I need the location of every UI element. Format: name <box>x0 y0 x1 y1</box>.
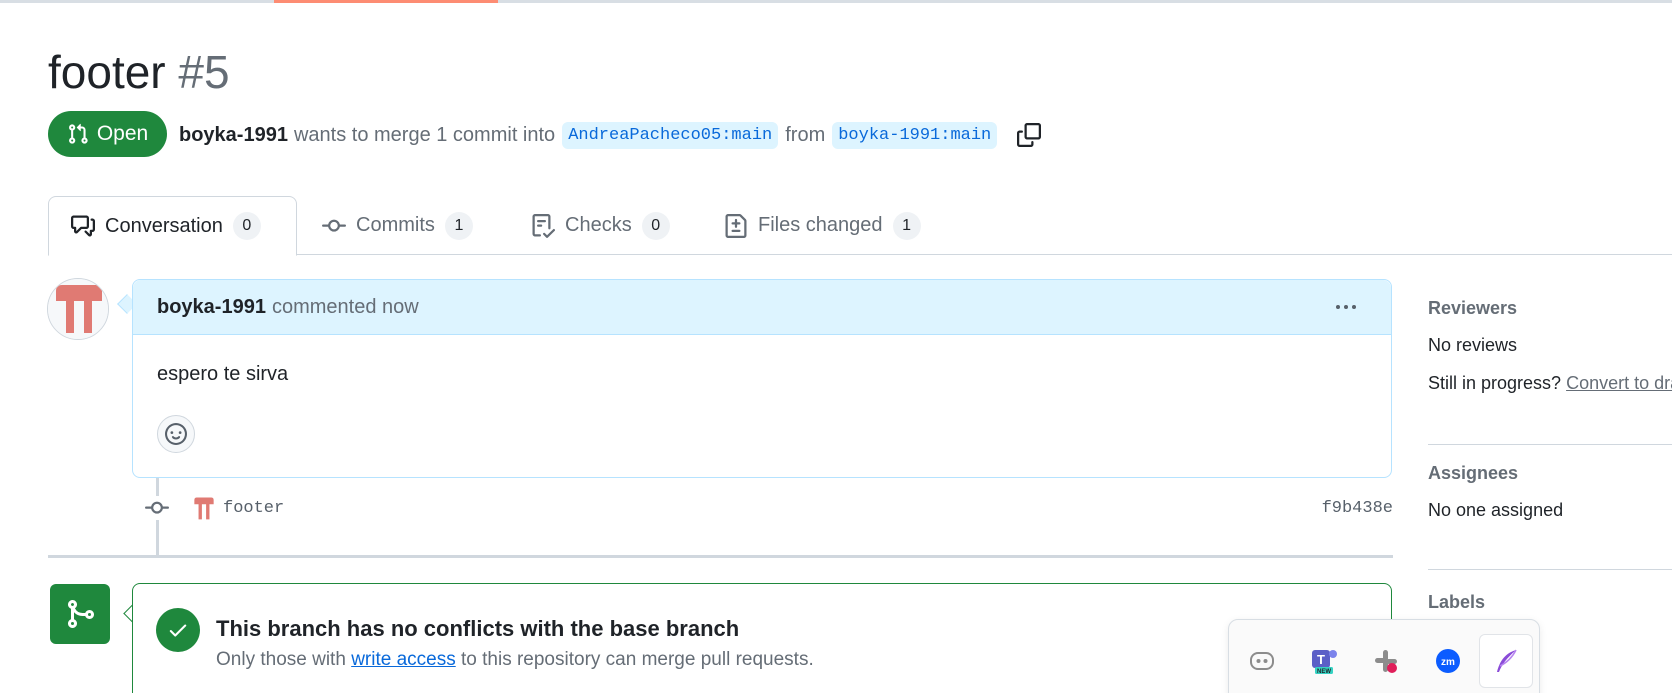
pr-sidebar: Reviewers No reviews Still in progress? … <box>1428 290 1672 612</box>
pr-state-label: Open <box>96 122 149 145</box>
pr-summary-text: wants to merge 1 commit into <box>293 123 556 146</box>
teams-badge: NEW <box>1317 669 1331 675</box>
merge-status-title: This branch has no conflicts with the ba… <box>216 616 740 641</box>
kebab-menu-icon[interactable] <box>1331 294 1361 320</box>
pr-number: #5 <box>178 46 230 98</box>
checklist-icon <box>532 213 555 238</box>
identicon-avatar-image <box>48 279 108 339</box>
tab-checks-count: 0 <box>641 211 670 240</box>
pr-state-badge: Open <box>48 111 167 157</box>
comment-discussion-icon <box>71 215 95 237</box>
tab-files-changed[interactable]: Files changed 1 <box>724 196 921 255</box>
assignees-value: No one assigned <box>1428 500 1564 520</box>
convert-to-draft-link[interactable]: Convert to draft <box>1566 373 1672 393</box>
assignees-section: Assignees No one assigned <box>1428 455 1672 570</box>
svg-text:T: T <box>1317 652 1325 667</box>
reviewers-value: No reviews <box>1428 335 1518 355</box>
comment-body: espero te sirva <box>157 363 289 385</box>
merge-status-icon <box>50 584 110 644</box>
head-branch-link[interactable]: boyka-1991:main <box>832 121 998 149</box>
add-reaction-button[interactable] <box>157 415 195 453</box>
commit-sha-link[interactable]: f9b438e <box>1322 499 1393 518</box>
pr-author-link[interactable]: boyka-1991 <box>179 124 288 147</box>
tab-conversation-count: 0 <box>232 212 261 240</box>
app-dock-popup: T NEW zm <box>1228 619 1540 693</box>
tab-conversation-label: Conversation <box>105 214 223 237</box>
check-circle-icon <box>156 608 200 652</box>
commit-author-avatar[interactable] <box>191 495 217 521</box>
pr-meta: boyka-1991 wants to merge 1 commit into … <box>179 119 1042 151</box>
comment-author-link[interactable]: boyka-1991 <box>157 296 266 319</box>
progress-line: Still in progress? Convert to draft <box>1428 364 1672 402</box>
reviewers-section: Reviewers No reviews Still in progress? … <box>1428 290 1672 445</box>
comment-header: boyka-1991 commented now <box>133 280 1391 335</box>
merge-desc-before: Only those with <box>216 649 346 670</box>
copy-branch-button[interactable] <box>1016 122 1042 148</box>
page-title: footer #5 <box>48 44 230 100</box>
pr-title: footer <box>48 46 166 98</box>
labels-heading[interactable]: Labels <box>1428 584 1672 620</box>
timeline-separator <box>48 555 1393 558</box>
zoom-icon[interactable]: zm <box>1421 634 1475 688</box>
teams-new-icon[interactable]: T NEW <box>1297 634 1351 688</box>
commit-item: footer f9b438e <box>145 490 1393 526</box>
pr-tabs: Conversation 0 Commits 1 Checks 0 Files … <box>48 196 1672 256</box>
slack-icon[interactable] <box>1359 634 1413 688</box>
svg-text:zm: zm <box>1441 657 1455 668</box>
git-pull-request-icon <box>68 123 88 144</box>
tab-conversation[interactable]: Conversation 0 <box>48 196 297 256</box>
merge-status-box: This branch has no conflicts with the ba… <box>132 583 1392 693</box>
discord-icon[interactable] <box>1235 634 1289 688</box>
git-merge-icon <box>68 600 95 628</box>
copy-icon <box>1017 123 1042 147</box>
base-branch-link[interactable]: AndreaPacheco05:main <box>562 121 779 149</box>
tab-checks[interactable]: Checks 0 <box>531 196 670 255</box>
tab-files-changed-count: 1 <box>892 211 921 240</box>
comment-timestamp[interactable]: commented now <box>272 296 419 319</box>
from-text: from <box>785 123 826 146</box>
merge-status-description: Only those with write access to this rep… <box>216 649 814 671</box>
quill-icon[interactable] <box>1479 634 1533 688</box>
file-diff-icon <box>725 213 747 238</box>
commit-message-link[interactable]: footer <box>223 499 284 518</box>
active-repo-tab-indicator <box>274 0 498 3</box>
smiley-icon <box>165 423 187 445</box>
git-commit-icon <box>145 496 169 520</box>
merge-desc-after: to this repository can merge pull reques… <box>461 649 814 670</box>
top-tab-underline <box>0 0 1672 3</box>
comment-card: boyka-1991 commented now espero te sirva <box>132 279 1392 478</box>
tab-checks-label: Checks <box>565 214 632 236</box>
progress-text: Still in progress? <box>1428 373 1562 393</box>
comment-author-avatar[interactable] <box>47 278 109 340</box>
tab-commits[interactable]: Commits 1 <box>322 196 473 255</box>
reviewers-heading[interactable]: Reviewers <box>1428 290 1672 326</box>
tab-files-changed-label: Files changed <box>758 214 883 236</box>
tab-commits-count: 1 <box>444 211 473 240</box>
tab-commits-label: Commits <box>356 214 435 236</box>
assignees-heading[interactable]: Assignees <box>1428 455 1672 491</box>
git-commit-icon <box>322 219 346 232</box>
write-access-link[interactable]: write access <box>351 649 456 670</box>
